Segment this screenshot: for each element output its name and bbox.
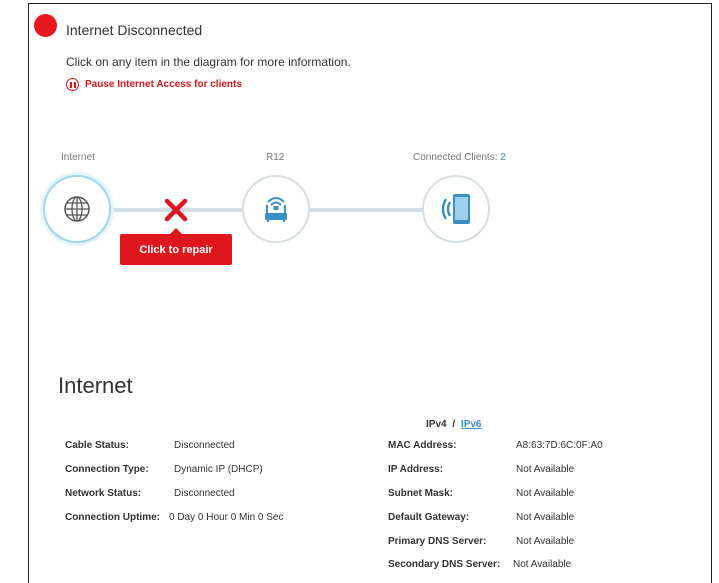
primary-dns-label: Primary DNS Server:: [388, 536, 487, 547]
ipv6-tab[interactable]: IPv6: [461, 419, 482, 430]
connection-type-value: Dynamic IP (DHCP): [174, 464, 263, 475]
error-x-icon[interactable]: [163, 197, 189, 223]
default-gateway-value: Not Available: [516, 512, 575, 523]
ip-address-value: Not Available: [516, 464, 575, 475]
cable-status-label: Cable Status:: [65, 440, 129, 451]
mac-address-value: A8:63:7D:6C:0F:A0: [516, 440, 603, 451]
router-icon: [265, 197, 287, 222]
click-to-repair-button[interactable]: Click to repair: [120, 228, 232, 265]
connection-type-label: Connection Type:: [65, 464, 149, 475]
default-gateway-label: Default Gateway:: [388, 512, 470, 523]
secondary-dns-label: Secondary DNS Server:: [388, 559, 501, 570]
clients-count[interactable]: 2: [500, 152, 506, 163]
internet-node-label: Internet: [61, 152, 95, 163]
network-status-value: Disconnected: [174, 488, 235, 499]
ipv4-tab[interactable]: IPv4: [426, 419, 447, 430]
connection-uptime-value: 0 Day 0 Hour 0 Min 0 Sec: [169, 512, 284, 523]
ip-address-label: IP Address:: [388, 464, 444, 475]
router-node-label: R12: [266, 152, 285, 163]
clients-node-label: Connected Clients: 2: [413, 152, 506, 163]
ip-version-toggle: IPv4 / IPv6: [426, 419, 482, 430]
mac-address-label: MAC Address:: [388, 440, 457, 451]
diagram-instruction: Click on any item in the diagram for mor…: [66, 55, 351, 69]
clients-label-text: Connected Clients:: [413, 152, 501, 163]
subnet-mask-value: Not Available: [516, 488, 575, 499]
connection-uptime-label: Connection Uptime:: [65, 512, 160, 523]
pause-internet-access-link[interactable]: Pause Internet Access for clients: [66, 78, 242, 91]
status-title: Internet Disconnected: [66, 22, 203, 38]
secondary-dns-value: Not Available: [513, 559, 572, 570]
internet-node[interactable]: [43, 175, 111, 243]
subnet-mask-label: Subnet Mask:: [388, 488, 454, 499]
router-clients-link: [310, 208, 422, 212]
mobile-device-icon: [441, 194, 470, 224]
cable-status-value: Disconnected: [174, 440, 235, 451]
internet-section-title: Internet: [58, 373, 133, 398]
primary-dns-value: Not Available: [516, 536, 575, 547]
pause-link-label: Pause Internet Access for clients: [85, 79, 242, 90]
router-node[interactable]: [242, 175, 310, 243]
connected-clients-node[interactable]: [422, 175, 490, 243]
status-indicator-icon: [34, 14, 57, 37]
globe-icon: [64, 196, 90, 222]
ip-tab-separator: /: [452, 419, 456, 430]
network-status-label: Network Status:: [65, 488, 142, 499]
pause-icon: [66, 78, 79, 91]
